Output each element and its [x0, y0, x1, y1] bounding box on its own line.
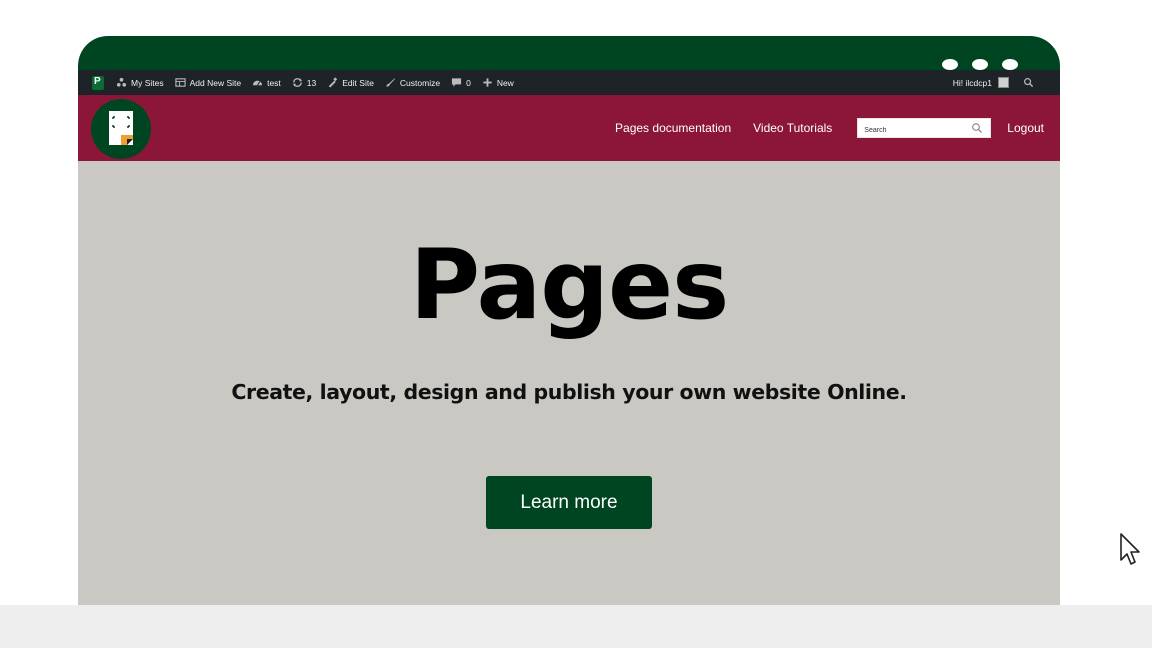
logout-link[interactable]: Logout — [1007, 121, 1044, 135]
hero-title: Pages — [409, 229, 730, 341]
plus-icon — [483, 78, 492, 87]
updates-icon — [292, 78, 302, 87]
learn-more-button[interactable]: Learn more — [486, 476, 652, 529]
my-sites-link[interactable]: My Sites — [116, 77, 164, 88]
wp-logo-icon[interactable] — [92, 75, 104, 90]
site-header: Pages documentation Video Tutorials Logo… — [78, 95, 1060, 161]
window-controls — [942, 59, 1018, 70]
edit-site-link[interactable]: Edit Site — [327, 77, 374, 88]
comment-icon — [451, 78, 462, 87]
edit-site-label: Edit Site — [342, 77, 374, 88]
nav-video-tutorials[interactable]: Video Tutorials — [753, 121, 832, 135]
mouse-cursor-icon — [1120, 533, 1140, 565]
comments-link[interactable]: 0 — [451, 77, 471, 88]
hero-subtitle: Create, layout, design and publish your … — [231, 380, 907, 404]
hero-section: Pages Create, layout, design and publish… — [78, 161, 1060, 605]
dashboard-icon — [253, 80, 263, 86]
customize-link[interactable]: Customize — [385, 77, 440, 88]
bottom-strip — [0, 605, 1152, 648]
add-site-icon — [174, 78, 186, 87]
main-nav: Pages documentation Video Tutorials Logo… — [593, 95, 1044, 161]
add-new-site-link[interactable]: Add New Site — [174, 77, 242, 88]
add-new-site-label: Add New Site — [189, 77, 242, 88]
customize-label: Customize — [399, 77, 441, 88]
admin-bar: My Sites Add New Site test — [78, 70, 1060, 95]
site-logo-icon — [109, 111, 133, 145]
site-name-link[interactable]: test — [252, 77, 281, 88]
window-dot-2[interactable] — [972, 59, 988, 70]
avatar-icon[interactable] — [998, 77, 1009, 88]
search-icon[interactable] — [971, 122, 983, 134]
new-content-link[interactable]: New — [482, 77, 514, 88]
comments-count: 0 — [466, 77, 471, 88]
my-sites-label: My Sites — [131, 77, 164, 88]
window-dot-3[interactable] — [1002, 59, 1018, 70]
new-content-label: New — [496, 77, 514, 88]
user-greeting[interactable]: Hi! ilcdcp1 — [953, 78, 992, 88]
browser-frame: My Sites Add New Site test — [78, 36, 1060, 605]
edit-site-icon — [329, 77, 338, 88]
updates-link[interactable]: 13 — [292, 77, 316, 88]
site-name-label: test — [267, 77, 281, 88]
search-input[interactable] — [858, 121, 973, 140]
customize-icon — [386, 78, 396, 87]
nav-pages-documentation[interactable]: Pages documentation — [615, 121, 731, 135]
site-logo[interactable] — [91, 99, 151, 159]
my-sites-icon — [116, 77, 127, 87]
search-box — [857, 118, 992, 140]
admin-search-icon[interactable] — [1023, 77, 1034, 88]
window-dot-1[interactable] — [942, 59, 958, 70]
updates-count: 13 — [306, 77, 317, 88]
